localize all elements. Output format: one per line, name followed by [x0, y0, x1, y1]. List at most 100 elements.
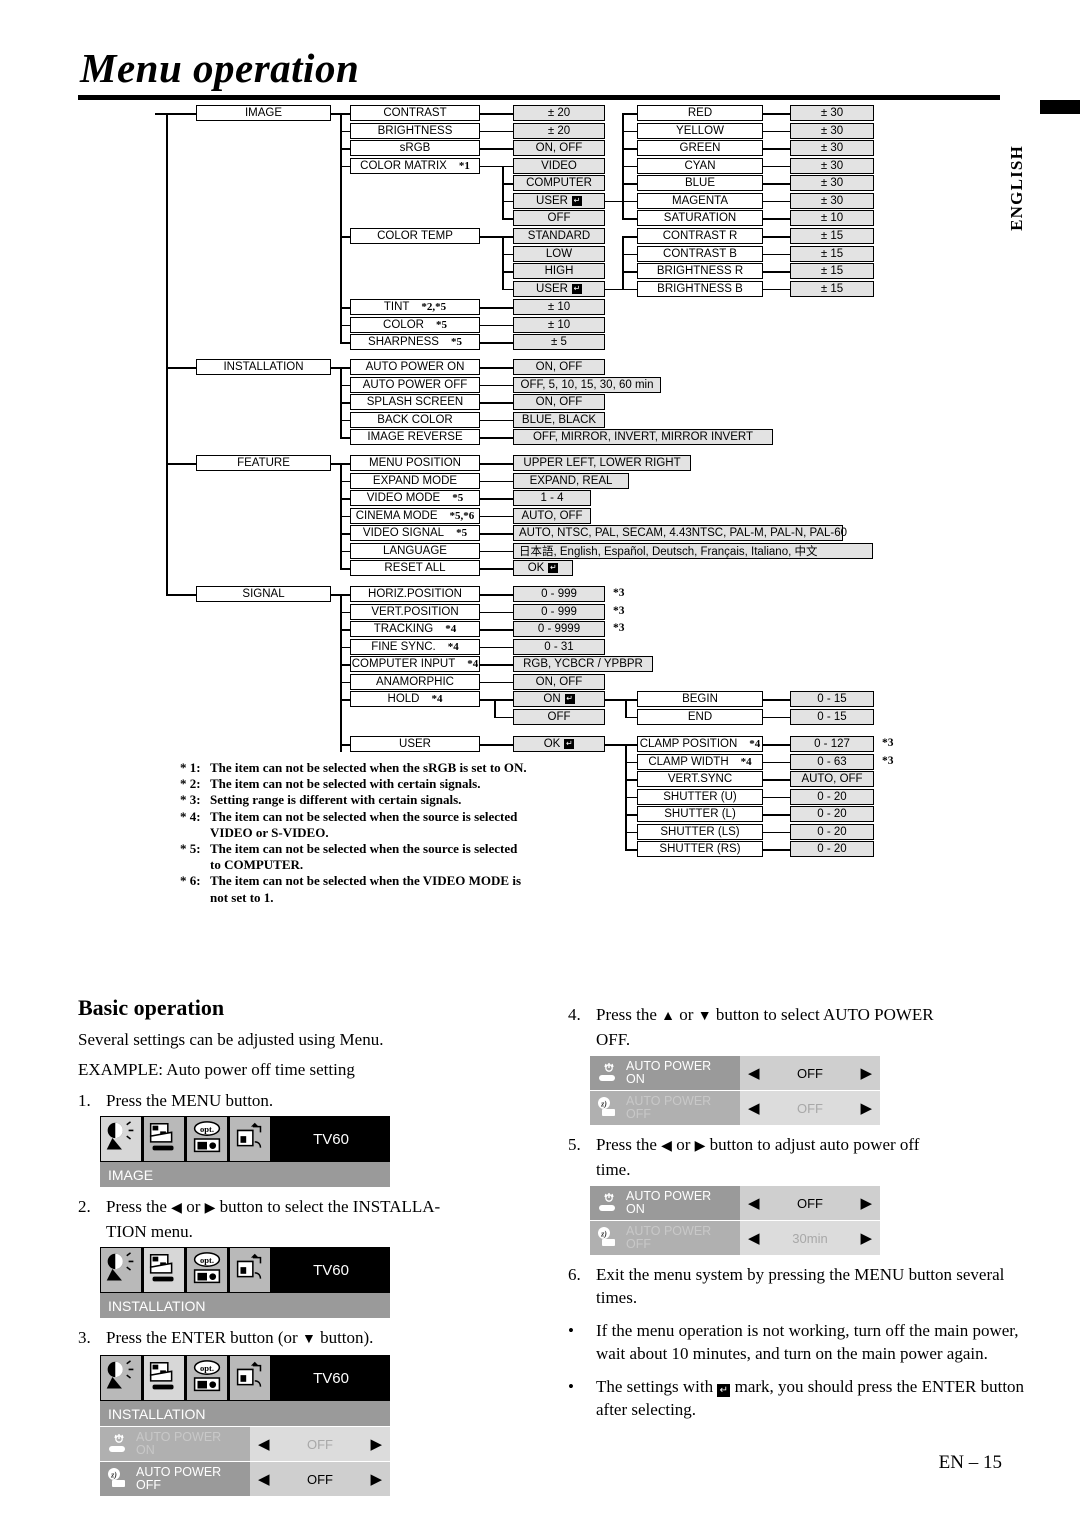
user-sub-item: SHUTTER (LS) — [637, 823, 763, 840]
right-column: 4. Press the ▲ or ▼ button to select AUT… — [568, 995, 1033, 1421]
tree-box-note: *5 — [456, 527, 468, 539]
ct-sub-item: BRIGHTNESS R — [637, 263, 763, 279]
tree-box-note: *5 — [452, 492, 464, 504]
footnote-marker: *3 — [613, 587, 625, 599]
svg-text:z): z) — [600, 1100, 607, 1109]
right-arrow-icon[interactable]: ▶ — [860, 1064, 872, 1082]
menu-signal-label: SIGNAL — [242, 588, 285, 600]
cm-sub-value: ± 30 — [790, 192, 874, 209]
footnote: * 2: The item can not be selected with ce… — [180, 776, 610, 792]
ct-sub-item-label: BRIGHTNESS R — [656, 265, 744, 277]
signal-tab[interactable] — [229, 1355, 271, 1401]
feature-item: VIDEO SIGNAL *5 — [350, 525, 480, 541]
left-arrow-icon: ◀ — [661, 1139, 672, 1154]
right-arrow-icon[interactable]: ▶ — [860, 1194, 872, 1212]
cm-sub-item-label: GREEN — [679, 142, 721, 154]
user-sub-value: 0 - 20 — [790, 841, 874, 857]
cm-sub-value: ± 30 — [790, 105, 874, 121]
step-5-text-a: Press the — [596, 1135, 662, 1154]
user-sub-value-label: 0 - 20 — [817, 843, 847, 855]
right-arrow-icon[interactable]: ▶ — [370, 1435, 382, 1453]
item-contrast: CONTRAST — [350, 105, 480, 121]
color-matrix-value-label: COMPUTER — [526, 177, 592, 189]
feature-tab[interactable]: opt. — [186, 1116, 228, 1162]
installation-tab[interactable] — [143, 1247, 185, 1293]
feature-value: AUTO, OFF — [513, 507, 591, 524]
enter-mark-icon: ↵ — [571, 283, 582, 294]
feature-tab[interactable]: opt. — [186, 1355, 228, 1401]
install-value: ON, OFF — [513, 359, 605, 375]
feature-value-label: AUTO, NTSC, PAL, SECAM, 4.43NTSC, PAL-M,… — [519, 527, 848, 539]
osd-setting-row[interactable]: AUTO POWER ON ◀ OFF ▶ — [590, 1185, 880, 1220]
osd-setting-row[interactable]: AUTO POWER ON ◀ OFF ▶ — [590, 1055, 880, 1090]
step-4-text-c: button to select AUTO POWER — [711, 1005, 934, 1024]
osd-setting-row[interactable]: z) AUTO POWER OFF ◀ OFF ▶ — [590, 1090, 880, 1125]
feature-value-label: 1 - 4 — [540, 492, 564, 504]
step-3-text-b: button). — [315, 1328, 374, 1347]
user-sub-value: 0 - 20 — [790, 823, 874, 840]
item-color-matrix-label: COLOR MATRIX — [360, 159, 447, 172]
feature-value: 1 - 4 — [513, 490, 591, 506]
hold-sub-item: BEGIN — [637, 691, 763, 707]
feature-value: AUTO, NTSC, PAL, SECAM, 4.43NTSC, PAL-M,… — [513, 525, 847, 541]
feature-value: EXPAND, REAL — [513, 472, 629, 489]
feature-item: LANGUAGE — [350, 542, 480, 559]
installation-tab[interactable] — [143, 1355, 185, 1401]
osd-row-label: AUTO POWER ON — [590, 1186, 740, 1220]
value-box-label: ± 20 — [547, 124, 571, 137]
bullet-2: • The settings with ↵ mark, you should p… — [568, 1375, 1033, 1421]
signal-value-label: ON — [543, 693, 561, 705]
bullet-2-text: The settings with ↵ mark, you should pre… — [596, 1375, 1033, 1421]
footnote: * 3: Setting range is different with cert… — [180, 792, 610, 808]
image-tab[interactable] — [100, 1355, 142, 1401]
user-sub-item-label: CLAMP WIDTH — [648, 755, 729, 768]
enter-mark-icon: ↵ — [717, 1384, 731, 1397]
image-tab[interactable] — [100, 1116, 142, 1162]
right-arrow-icon: ▶ — [204, 1201, 216, 1216]
left-arrow-icon[interactable]: ◀ — [748, 1229, 760, 1247]
feature-item-label: LANGUAGE — [383, 544, 447, 557]
hold-sub-value: 0 - 15 — [790, 708, 874, 725]
item-tint: TINT *2,*5 — [350, 299, 480, 315]
installation-tab[interactable] — [143, 1116, 185, 1162]
auto-power-on-icon — [595, 1190, 621, 1216]
value-box: ± 5 — [513, 334, 605, 350]
signal-value-label: 0 - 999 — [541, 588, 577, 600]
signal-tab[interactable] — [229, 1247, 271, 1293]
install-item-label: AUTO POWER OFF — [362, 378, 468, 391]
footnote: * 4: The item can not be selected when th… — [180, 809, 610, 825]
item-srgb-label: sRGB — [399, 142, 431, 154]
user-sub-value-label: 0 - 20 — [817, 790, 847, 803]
svg-text:opt.: opt. — [200, 1124, 214, 1134]
left-column: Basic operation Several settings can be … — [78, 995, 543, 1498]
footnote-number: * 5: — [180, 841, 201, 857]
right-arrow-icon[interactable]: ▶ — [860, 1099, 872, 1117]
cm-sub-item: BLUE — [637, 175, 763, 191]
image-tab[interactable] — [100, 1247, 142, 1293]
ct-sub-value-label: ± 15 — [820, 230, 844, 242]
step-1: 1. Press the MENU button. — [78, 1089, 543, 1112]
cm-sub-value-label: ± 30 — [820, 107, 844, 119]
user-sub-value: 0 - 127 — [790, 736, 874, 752]
install-item-label: BACK COLOR — [377, 413, 453, 426]
tree-box-note: *4 — [431, 693, 443, 705]
feature-value: OK ↵ — [513, 560, 573, 576]
value-box-label: ± 10 — [547, 301, 571, 313]
item-tint-label: TINT — [383, 301, 410, 313]
ct-sub-value: ± 15 — [790, 263, 874, 279]
signal-tab[interactable] — [229, 1116, 271, 1162]
color-temp-value-label: HIGH — [544, 265, 574, 277]
hold-off-value: OFF — [513, 708, 605, 725]
ct-sub-value: ± 15 — [790, 245, 874, 262]
feature-tab[interactable]: opt. — [186, 1247, 228, 1293]
left-arrow-icon[interactable]: ◀ — [748, 1194, 760, 1212]
user-sub-item-label: SHUTTER (LS) — [660, 825, 740, 838]
left-arrow-icon[interactable]: ◀ — [748, 1064, 760, 1082]
osd-row-label: z) AUTO POWER OFF — [590, 1221, 740, 1255]
left-arrow-icon[interactable]: ◀ — [258, 1435, 270, 1453]
cm-sub-item-label: SATURATION — [663, 212, 737, 224]
osd-setting-row[interactable]: z) AUTO POWER OFF ◀ 30min ▶ — [590, 1220, 880, 1255]
left-arrow-icon[interactable]: ◀ — [748, 1099, 760, 1117]
right-arrow-icon[interactable]: ▶ — [860, 1229, 872, 1247]
auto-power-off-icon: z) — [595, 1095, 621, 1121]
